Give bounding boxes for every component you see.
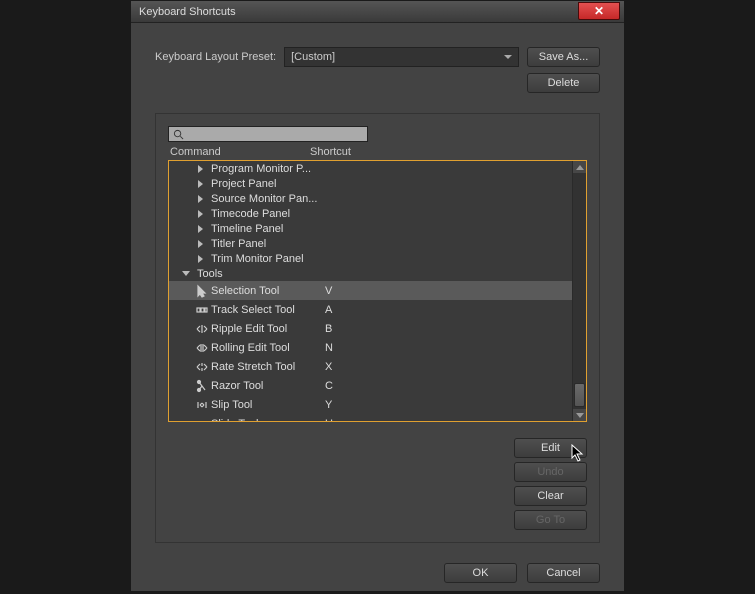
disclosure-icon: [181, 271, 191, 276]
tree-row-panel[interactable]: Source Monitor Pan...: [169, 191, 572, 206]
disclosure-icon: [195, 210, 205, 218]
tree-row-tool[interactable]: Selection Tool V: [169, 281, 572, 300]
tree-row-tool[interactable]: Slide Tool U: [169, 414, 572, 421]
track-icon: [193, 303, 211, 317]
save-as-button[interactable]: Save As...: [527, 47, 600, 67]
tree-row-tool[interactable]: Track Select Tool A: [169, 300, 572, 319]
dialog-content: Keyboard Layout Preset: [Custom] Save As…: [131, 23, 624, 553]
scrollbar[interactable]: [572, 161, 586, 421]
scroll-up-button[interactable]: [573, 161, 586, 173]
tree-row-tools-group[interactable]: Tools: [169, 266, 572, 281]
panel-label: Project Panel: [211, 178, 276, 190]
shortcut-tree: Program Monitor P... Project Panel Source …: [168, 160, 587, 422]
tool-label: Razor Tool: [211, 380, 263, 392]
tool-shortcut: U: [325, 418, 333, 422]
tree-row-panel[interactable]: Project Panel: [169, 176, 572, 191]
tree-row-panel[interactable]: Trim Monitor Panel: [169, 251, 572, 266]
disclosure-icon: [195, 180, 205, 188]
goto-button: Go To: [514, 510, 587, 530]
tool-label: Rate Stretch Tool: [211, 361, 295, 373]
scroll-down-button[interactable]: [573, 409, 586, 421]
ok-button[interactable]: OK: [444, 563, 517, 583]
tree-row-tool[interactable]: Rate Stretch Tool X: [169, 357, 572, 376]
preset-select[interactable]: [Custom]: [284, 47, 519, 67]
chevron-down-icon: [576, 413, 584, 418]
disclosure-icon: [195, 225, 205, 233]
column-command: Command: [170, 146, 310, 158]
tool-shortcut: B: [325, 323, 332, 335]
delete-button[interactable]: Delete: [527, 73, 600, 93]
tool-shortcut: A: [325, 304, 332, 316]
panel-label: Titler Panel: [211, 238, 266, 250]
tree-row-tool[interactable]: Ripple Edit Tool B: [169, 319, 572, 338]
preset-row: Keyboard Layout Preset: [Custom] Save As…: [155, 47, 600, 67]
panel-label: Source Monitor Pan...: [211, 193, 317, 205]
slip-icon: [193, 398, 211, 412]
disclosure-icon: [195, 240, 205, 248]
razor-icon: [193, 379, 211, 393]
disclosure-icon: [195, 255, 205, 263]
scroll-track[interactable]: [573, 173, 586, 409]
scroll-thumb[interactable]: [574, 383, 585, 407]
tool-label: Track Select Tool: [211, 304, 295, 316]
close-icon: ✕: [594, 4, 604, 18]
tool-label: Slip Tool: [211, 399, 252, 411]
rolling-icon: [193, 341, 211, 355]
close-button[interactable]: ✕: [578, 2, 620, 20]
tree-row-panel[interactable]: Titler Panel: [169, 236, 572, 251]
tree-row-panel[interactable]: Timeline Panel: [169, 221, 572, 236]
column-headers: Command Shortcut: [168, 146, 587, 158]
tree-row-tool[interactable]: Slip Tool Y: [169, 395, 572, 414]
search-icon: [173, 129, 184, 140]
panel-label: Program Monitor P...: [211, 163, 311, 175]
tool-shortcut: V: [325, 285, 332, 297]
tree-row-tool[interactable]: Rolling Edit Tool N: [169, 338, 572, 357]
tool-shortcut: Y: [325, 399, 332, 411]
inner-panel: Command Shortcut Program Monitor P...Pro…: [155, 113, 600, 543]
tree-row-panel[interactable]: Timecode Panel: [169, 206, 572, 221]
title-text: Keyboard Shortcuts: [139, 6, 236, 18]
panel-label: Timeline Panel: [211, 223, 283, 235]
tool-shortcut: N: [325, 342, 333, 354]
slide-icon: [193, 417, 211, 422]
ratestretch-icon: [193, 360, 211, 374]
edit-button[interactable]: Edit: [514, 438, 587, 458]
tree-row-tool[interactable]: Razor Tool C: [169, 376, 572, 395]
panel-label: Trim Monitor Panel: [211, 253, 304, 265]
tool-label: Rolling Edit Tool: [211, 342, 290, 354]
ripple-icon: [193, 322, 211, 336]
cancel-button[interactable]: Cancel: [527, 563, 600, 583]
tree-body[interactable]: Program Monitor P... Project Panel Source …: [169, 161, 572, 421]
panel-label: Timecode Panel: [211, 208, 290, 220]
titlebar: Keyboard Shortcuts ✕: [131, 1, 624, 23]
tool-shortcut: C: [325, 380, 333, 392]
tool-shortcut: X: [325, 361, 332, 373]
preset-label: Keyboard Layout Preset:: [155, 51, 276, 63]
undo-button: Undo: [514, 462, 587, 482]
action-buttons: Edit Undo Clear Go To: [168, 438, 587, 530]
chevron-down-icon: [504, 55, 512, 59]
preset-value: [Custom]: [291, 51, 335, 63]
disclosure-icon: [195, 165, 205, 173]
arrow-icon: [193, 284, 211, 298]
clear-button[interactable]: Clear: [514, 486, 587, 506]
search-input[interactable]: [168, 126, 368, 142]
tree-row-panel[interactable]: Program Monitor P...: [169, 161, 572, 176]
chevron-up-icon: [576, 165, 584, 170]
column-shortcut: Shortcut: [310, 146, 351, 158]
dialog-footer: OK Cancel: [131, 553, 624, 583]
tool-label: Ripple Edit Tool: [211, 323, 287, 335]
delete-row: Delete: [155, 73, 600, 93]
tools-group-label: Tools: [197, 268, 223, 280]
tool-label: Slide Tool: [211, 418, 259, 422]
disclosure-icon: [195, 195, 205, 203]
keyboard-shortcuts-dialog: Keyboard Shortcuts ✕ Keyboard Layout Pre…: [130, 0, 625, 592]
tool-label: Selection Tool: [211, 285, 279, 297]
